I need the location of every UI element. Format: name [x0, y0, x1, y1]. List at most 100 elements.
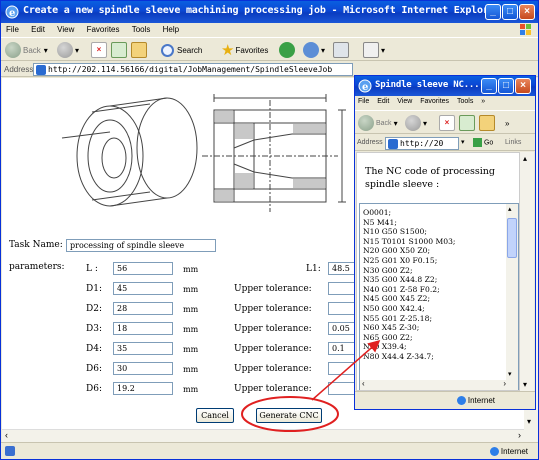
menu-favorites[interactable]: Favorites	[82, 23, 125, 34]
scroll-left-icon[interactable]: ‹	[362, 379, 365, 388]
scroll-down-icon[interactable]: ▾	[508, 370, 512, 378]
ie-logo-icon: e	[358, 79, 372, 93]
popup-refresh-button[interactable]	[459, 114, 475, 132]
search-button[interactable]: Search	[161, 41, 202, 59]
nc-code-textarea[interactable]: O0001; N5 M41; N10 G50 S1500; N15 T0101 S10…	[359, 203, 519, 390]
nc-code-vertical-scrollbar[interactable]: ▴ ▾	[506, 204, 518, 390]
param-d6-label: D6:	[86, 364, 102, 374]
scroll-right-icon[interactable]: ›	[503, 379, 506, 388]
generate-cnc-button[interactable]: Generate CNC	[256, 408, 322, 423]
menu-view[interactable]: View	[52, 23, 79, 34]
close-button[interactable]: ×	[519, 4, 535, 20]
maximize-button[interactable]: □	[502, 4, 518, 20]
stop-button[interactable]: ×	[91, 41, 107, 59]
refresh-button[interactable]	[111, 41, 127, 59]
favorites-button[interactable]: ★ Favorites	[221, 41, 268, 59]
print-button[interactable]	[333, 41, 349, 59]
main-horizontal-scrollbar[interactable]: ‹ ›	[2, 429, 524, 442]
dropdown-arrow-icon: ▾	[321, 45, 326, 55]
popup-back-button[interactable]: Back ▾	[358, 114, 398, 132]
param-d2-input[interactable]: 28	[113, 302, 173, 315]
param-d1-input[interactable]: 45	[113, 282, 173, 295]
nc-code-lines: O0001; N5 M41; N10 G50 S1500; N15 T0101 S10…	[360, 208, 518, 362]
popup-toolbar-overflow[interactable]: »	[505, 114, 509, 132]
cancel-button[interactable]: Cancel	[196, 408, 234, 423]
popup-forward-button[interactable]: ▾	[405, 114, 427, 132]
param-l-label: L :	[86, 264, 98, 274]
scroll-up-icon[interactable]: ▴	[523, 154, 527, 163]
popup-menu-favorites[interactable]: Favorites	[417, 96, 452, 105]
globe-icon	[456, 396, 466, 406]
windows-flag-icon	[520, 24, 531, 35]
address-label: Address	[4, 65, 34, 74]
go-label: Go	[483, 139, 494, 147]
back-arrow-icon	[358, 115, 374, 131]
popup-home-button[interactable]	[479, 114, 495, 132]
go-arrow-icon	[473, 138, 482, 147]
go-button[interactable]: Go	[473, 138, 493, 147]
popup-back-label: Back	[376, 119, 392, 127]
nc-code-line: N50 G00 X42.4;	[363, 303, 425, 313]
param-d6-input[interactable]: 30	[113, 362, 173, 375]
main-window-title: Create a new spindle sleeve machining pr…	[23, 5, 501, 16]
popup-menu-view[interactable]: View	[394, 96, 415, 105]
tolerance-d3-label: Upper tolerance:	[234, 324, 312, 334]
scroll-right-icon[interactable]: ›	[518, 430, 521, 440]
nc-code-horizontal-scrollbar[interactable]: ‹ ›	[360, 379, 508, 390]
scroll-left-icon[interactable]: ‹	[5, 430, 8, 440]
popup-minimize-button[interactable]: _	[481, 78, 497, 94]
main-titlebar[interactable]: e Create a new spindle sleeve machining …	[1, 1, 538, 23]
param-d3-input[interactable]: 18	[113, 322, 173, 335]
media-button[interactable]	[279, 41, 295, 59]
popup-menu-file[interactable]: File	[355, 96, 372, 105]
nc-code-line: N20 G00 X50 Z0;	[363, 246, 431, 256]
forward-button[interactable]: ▾	[57, 41, 79, 59]
history-button[interactable]: ▾	[303, 41, 325, 59]
nc-code-line: N10 G50 S1500;	[363, 227, 427, 237]
popup-menu-edit[interactable]: Edit	[374, 96, 392, 105]
param-l-input[interactable]: 56	[113, 262, 173, 275]
tolerance-d4-label: Upper tolerance:	[234, 344, 312, 354]
task-name-label: Task Name:	[9, 240, 63, 250]
scroll-down-icon[interactable]: ▾	[523, 380, 527, 389]
tolerance-d2-label: Upper tolerance:	[234, 304, 312, 314]
parameters-label: parameters:	[9, 262, 65, 272]
scroll-thumb[interactable]	[507, 218, 517, 258]
home-icon	[479, 115, 495, 131]
home-button[interactable]	[131, 41, 147, 59]
popup-stop-button[interactable]: ×	[439, 114, 455, 132]
param-d4-input[interactable]: 35	[113, 342, 173, 355]
nc-code-line: N80 X44.4 Z-34.7;	[363, 351, 434, 361]
nc-code-line: N60 X45 Z-30;	[363, 323, 420, 333]
param-d6b-input[interactable]: 19.2	[113, 382, 173, 395]
links-label[interactable]: Links	[505, 139, 521, 146]
menu-help[interactable]: Help	[158, 23, 184, 34]
popup-address-input[interactable]: http://20	[385, 137, 459, 150]
popup-maximize-button[interactable]: □	[498, 78, 514, 94]
menu-file[interactable]: File	[1, 23, 24, 34]
popup-close-button[interactable]: ×	[515, 78, 531, 94]
address-dropdown-icon[interactable]: ▾	[461, 138, 465, 146]
menu-overflow-icon[interactable]: »	[478, 96, 488, 105]
scroll-up-icon[interactable]: ▴	[508, 205, 512, 213]
refresh-icon	[459, 115, 475, 131]
nc-code-heading: The NC code of processing spindle sleeve…	[365, 166, 495, 190]
popup-titlebar[interactable]: e Spindle sleeve NC... _ □ ×	[355, 76, 535, 96]
back-button[interactable]: Back ▾	[5, 41, 48, 59]
edit-button[interactable]: ▾	[363, 41, 385, 59]
task-name-input[interactable]: processing of spindle sleeve	[66, 239, 216, 252]
menu-edit[interactable]: Edit	[26, 23, 50, 34]
minimize-button[interactable]: _	[485, 4, 501, 20]
param-d4-unit: mm	[183, 345, 199, 354]
page-status-icon	[5, 446, 15, 456]
forward-arrow-icon	[57, 42, 73, 58]
main-statusbar: Internet	[1, 442, 538, 460]
tolerance-d6b-label: Upper tolerance:	[234, 384, 312, 394]
tolerance-d1-label: Upper tolerance:	[234, 284, 312, 294]
address-input[interactable]: http://202.114.56166/digital/JobManageme…	[33, 63, 353, 76]
popup-menu-tools[interactable]: Tools	[454, 96, 476, 105]
popup-vertical-scrollbar[interactable]: ▴ ▾	[520, 152, 534, 391]
menu-tools[interactable]: Tools	[127, 23, 156, 34]
scroll-down-icon[interactable]: ▾	[527, 417, 531, 426]
param-l1-label: L1:	[306, 264, 321, 274]
